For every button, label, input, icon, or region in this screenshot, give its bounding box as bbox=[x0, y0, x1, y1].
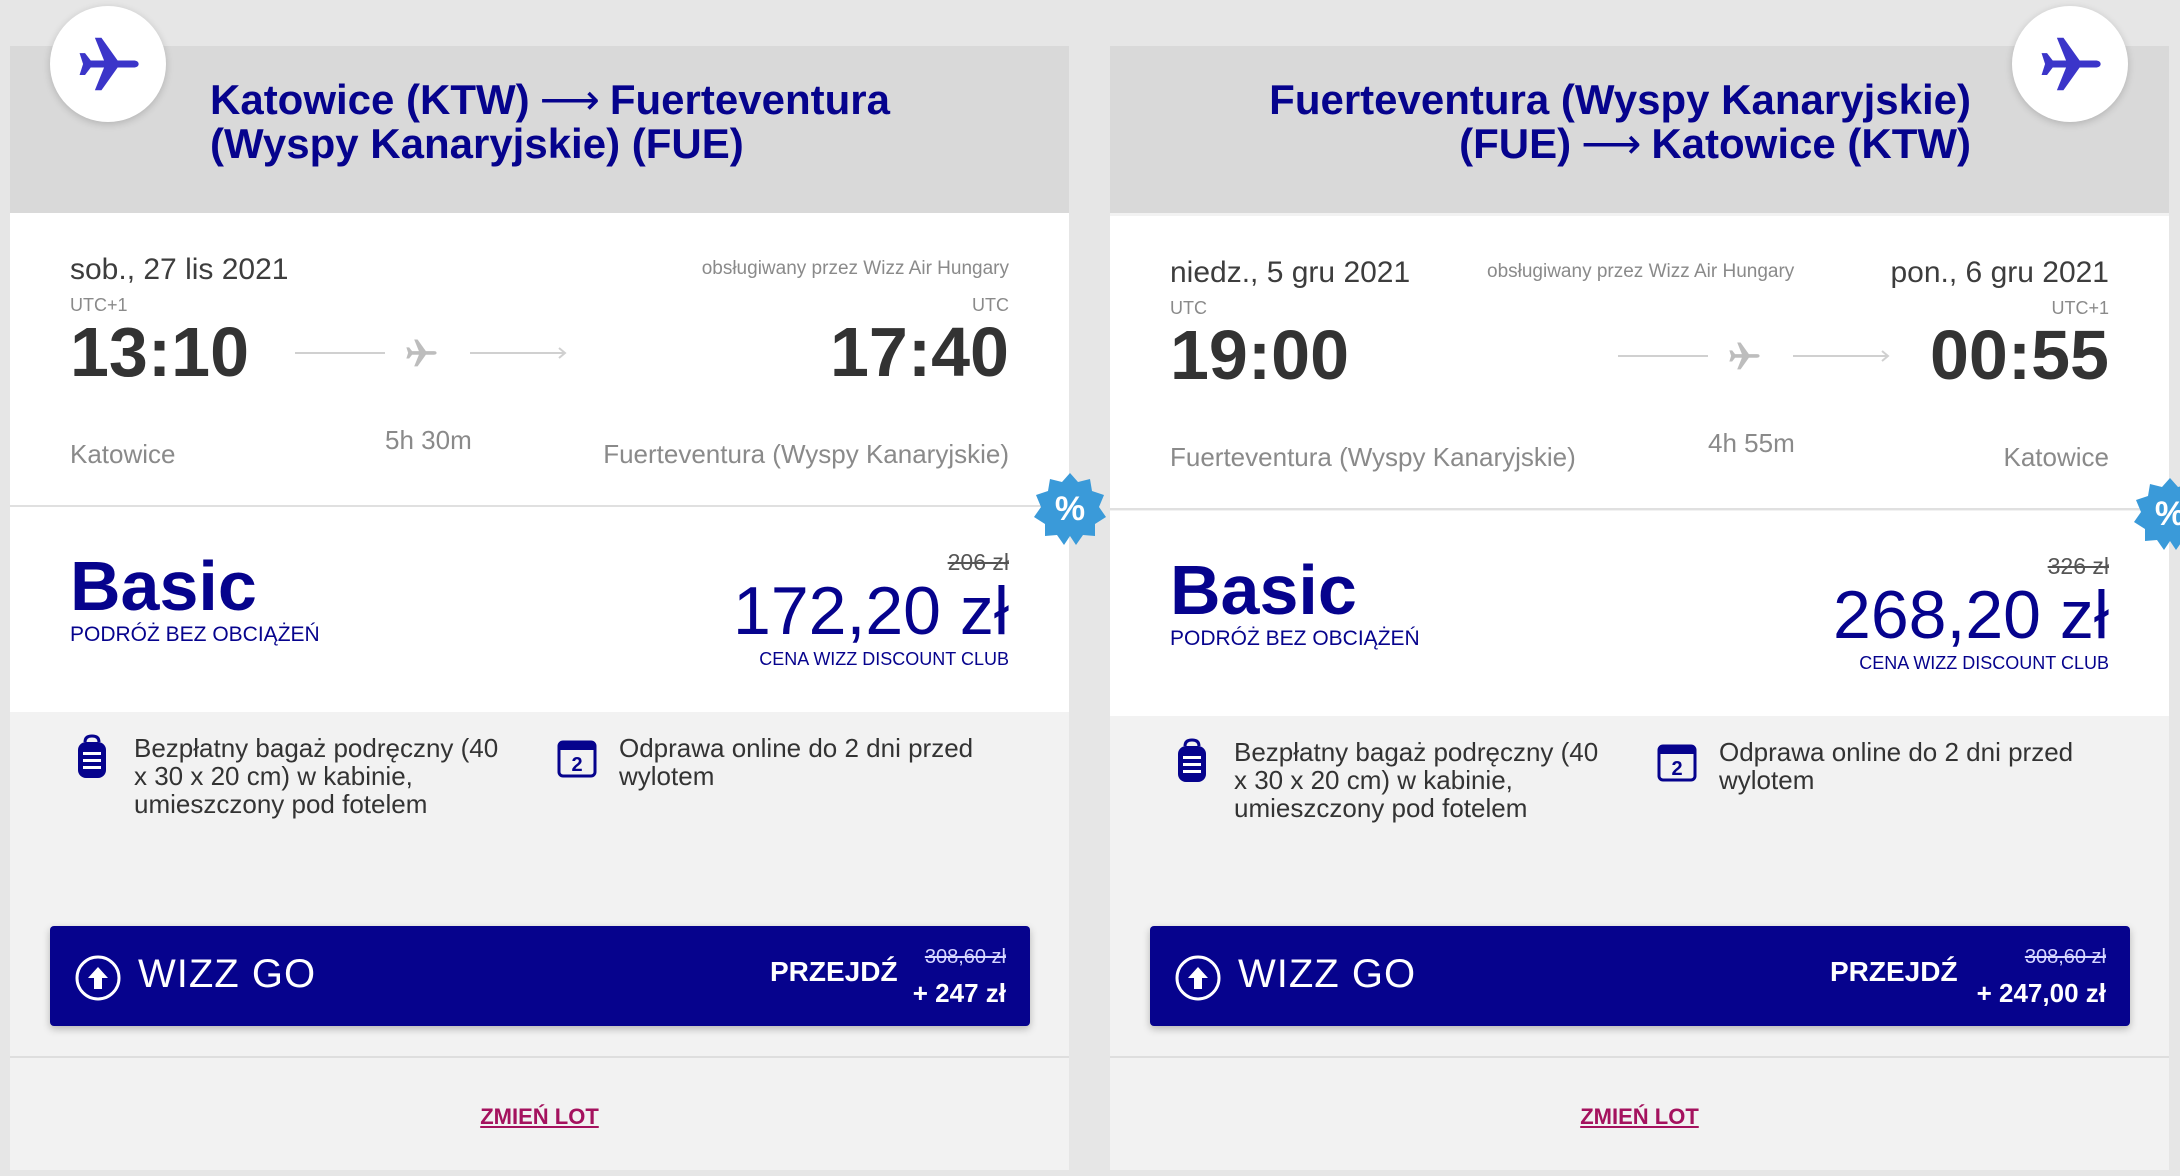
arrival-date: pon., 6 gru 2021 bbox=[1890, 256, 2109, 289]
flight-duration: 5h 30m bbox=[385, 425, 472, 455]
flight-card-return: Fuerteventura (Wyspy Kanaryjskie) (FUE) ⟶… bbox=[1110, 6, 2180, 1170]
wizz-go-upsell-button[interactable]: WIZZ GO PRZEJDŹ 308,60 zł + 247,00 zł bbox=[1150, 926, 2130, 1026]
backpack-icon bbox=[78, 734, 106, 778]
svg-text:%: % bbox=[1055, 490, 1085, 528]
fare-price: 172,20 zł bbox=[733, 573, 1009, 649]
upsell-name: WIZZ GO bbox=[138, 952, 317, 996]
plane-small-icon bbox=[406, 339, 437, 367]
calendar-icon: 2 bbox=[1657, 744, 1697, 782]
old-price: 326 zł bbox=[2047, 553, 2109, 579]
departure-time: 19:00 bbox=[1170, 316, 1350, 394]
departure-date: niedz., 5 gru 2021 bbox=[1170, 256, 1411, 289]
old-price: 206 zł bbox=[947, 549, 1009, 575]
backpack-icon bbox=[1178, 738, 1206, 782]
route-title: Fuerteventura (Wyspy Kanaryjskie) (FUE) ⟶… bbox=[1269, 76, 1971, 167]
departure-city: Fuerteventura (Wyspy Kanaryjskie) bbox=[1170, 442, 1576, 472]
plane-icon bbox=[2012, 6, 2128, 122]
upsell-old-price: 308,60 zł bbox=[924, 946, 1006, 968]
svg-text:2: 2 bbox=[571, 754, 582, 776]
operator-label: obsługiwany przez Wizz Air Hungary bbox=[1487, 261, 1795, 282]
route-arrow-icon: ⟶ bbox=[539, 76, 600, 123]
benefit-bag: Bezpłatny bagaż podręczny (40 x 30 x 20 … bbox=[70, 734, 510, 818]
benefit-bag-text: Bezpłatny bagaż podręczny (40 x 30 x 20 … bbox=[1234, 737, 1599, 823]
benefit-checkin-text: Odprawa online do 2 dni przed wylotem bbox=[619, 733, 974, 791]
fare-name: Basic bbox=[70, 547, 257, 625]
arrival-city: Fuerteventura (Wyspy Kanaryjskie) bbox=[603, 439, 1009, 469]
change-flight-link[interactable]: ZMIEŃ LOT bbox=[1110, 1104, 2169, 1130]
arrow-up-circle-icon bbox=[1175, 955, 1221, 1001]
fare-section[interactable]: Basic PODRÓŻ BEZ OBCIĄŻEŃ 326 zł 268,20 … bbox=[1110, 511, 2169, 716]
benefit-checkin: 2 Odprawa online do 2 dni przed wylotem bbox=[1655, 738, 2095, 794]
fare-section[interactable]: Basic PODRÓŻ BEZ OBCIĄŻEŃ 206 zł 172,20 … bbox=[10, 507, 1069, 712]
operator-label: obsługiwany przez Wizz Air Hungary bbox=[701, 258, 1009, 279]
departure-date: sob., 27 lis 2021 bbox=[70, 253, 289, 286]
route-title: Katowice (KTW) ⟶ Fuerteventura (Wyspy Kana… bbox=[210, 76, 890, 167]
flight-path-line bbox=[1618, 342, 1890, 370]
change-flight-link[interactable]: ZMIEŃ LOT bbox=[10, 1104, 1069, 1130]
discount-club-label: CENA WIZZ DISCOUNT CLUB bbox=[759, 649, 1009, 669]
flight-duration: 4h 55m bbox=[1708, 428, 1795, 458]
benefit-bag-text: Bezpłatny bagaż podręczny (40 x 30 x 20 … bbox=[134, 733, 499, 819]
arrival-time: 17:40 bbox=[829, 313, 1009, 391]
upsell-old-price: 308,60 zł bbox=[2024, 946, 2106, 968]
divider bbox=[1110, 1056, 2169, 1058]
flight-card-outbound: Katowice (KTW) ⟶ Fuerteventura (Wyspy Kana… bbox=[10, 6, 1106, 1170]
benefit-bag: Bezpłatny bagaż podręczny (40 x 30 x 20 … bbox=[1170, 738, 1610, 822]
departure-city: Katowice bbox=[70, 439, 176, 469]
route-arrow-icon: ⟶ bbox=[1581, 120, 1642, 167]
wizz-go-upsell-button[interactable]: WIZZ GO PRZEJDŹ 308,60 zł + 247 zł bbox=[50, 926, 1030, 1026]
arrow-up-circle-icon bbox=[75, 955, 121, 1001]
fare-name: Basic bbox=[1170, 551, 1357, 629]
divider bbox=[10, 1056, 1069, 1058]
fare-subtitle: PODRÓŻ BEZ OBCIĄŻEŃ bbox=[70, 623, 320, 646]
arrival-city: Katowice bbox=[2003, 442, 2110, 472]
upsell-add-price: + 247,00 zł bbox=[1976, 978, 2106, 1008]
upsell-name: WIZZ GO bbox=[1238, 952, 1417, 996]
plane-small-icon bbox=[1729, 342, 1760, 370]
benefit-checkin: 2 Odprawa online do 2 dni przed wylotem bbox=[555, 734, 995, 790]
discount-club-label: CENA WIZZ DISCOUNT CLUB bbox=[1859, 653, 2109, 673]
upsell-add-price: + 247 zł bbox=[912, 978, 1006, 1008]
svg-text:%: % bbox=[2155, 495, 2180, 533]
percent-badge-icon: % bbox=[2134, 478, 2180, 550]
arrival-time: 00:55 bbox=[1929, 316, 2109, 394]
fare-subtitle: PODRÓŻ BEZ OBCIĄŻEŃ bbox=[1170, 627, 1420, 650]
route-header: Katowice (KTW) ⟶ Fuerteventura (Wyspy Kana… bbox=[10, 46, 1069, 213]
fare-price: 268,20 zł bbox=[1833, 577, 2109, 653]
plane-icon bbox=[50, 6, 166, 122]
svg-text:2: 2 bbox=[1671, 758, 1682, 780]
benefit-checkin-text: Odprawa online do 2 dni przed wylotem bbox=[1719, 737, 2074, 795]
upsell-cta[interactable]: PRZEJDŹ bbox=[770, 956, 898, 988]
departure-time: 13:10 bbox=[70, 313, 250, 391]
route-header: Fuerteventura (Wyspy Kanaryjskie) (FUE) ⟶… bbox=[1110, 46, 2169, 213]
flight-path-line bbox=[295, 339, 567, 367]
upsell-cta[interactable]: PRZEJDŹ bbox=[1830, 956, 1958, 988]
percent-badge-icon: % bbox=[1034, 473, 1106, 545]
calendar-icon: 2 bbox=[557, 740, 597, 778]
flight-times: niedz., 5 gru 2021 obsługiwany przez Wiz… bbox=[1110, 216, 2169, 510]
flight-times: sob., 27 lis 2021 obsługiwany przez Wizz… bbox=[10, 213, 1069, 507]
